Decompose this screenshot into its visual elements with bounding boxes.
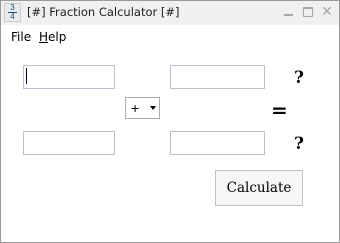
equals-sign: = (271, 98, 288, 122)
minimize-icon[interactable] (279, 3, 299, 21)
text-caret (26, 68, 27, 84)
operator-selected-value: + (131, 100, 140, 116)
result-numerator: ? (294, 68, 304, 88)
fraction-app-icon: 3 4 (4, 3, 21, 22)
app-icon-denominator: 4 (10, 12, 15, 21)
chevron-down-icon (150, 106, 156, 110)
result-denominator: ? (294, 134, 304, 154)
operand1-denominator-input[interactable] (23, 131, 115, 155)
window-title: [#] Fraction Calculator [#] (27, 5, 180, 19)
operator-dropdown[interactable]: + (125, 97, 160, 119)
app-window: 3 4 [#] Fraction Calculator [#] ✕ File H… (0, 0, 340, 243)
title-bar[interactable]: 3 4 [#] Fraction Calculator [#] ✕ (1, 1, 339, 25)
menu-help[interactable]: Help (39, 30, 66, 44)
app-icon-numerator: 3 (10, 3, 15, 12)
calculator-form: + ? = ? Calculate (1, 48, 339, 242)
menu-help-mnemonic: H (39, 30, 49, 44)
menu-file[interactable]: File (11, 30, 31, 44)
close-icon[interactable]: ✕ (317, 3, 337, 21)
menu-help-label-rest: elp (48, 30, 67, 44)
menu-bar: File Help (1, 27, 339, 47)
maximize-icon[interactable] (298, 3, 318, 21)
operand2-numerator-input[interactable] (170, 65, 265, 89)
operand2-denominator-input[interactable] (170, 131, 265, 155)
calculate-button[interactable]: Calculate (215, 170, 303, 206)
operand1-numerator-input[interactable] (23, 65, 115, 89)
